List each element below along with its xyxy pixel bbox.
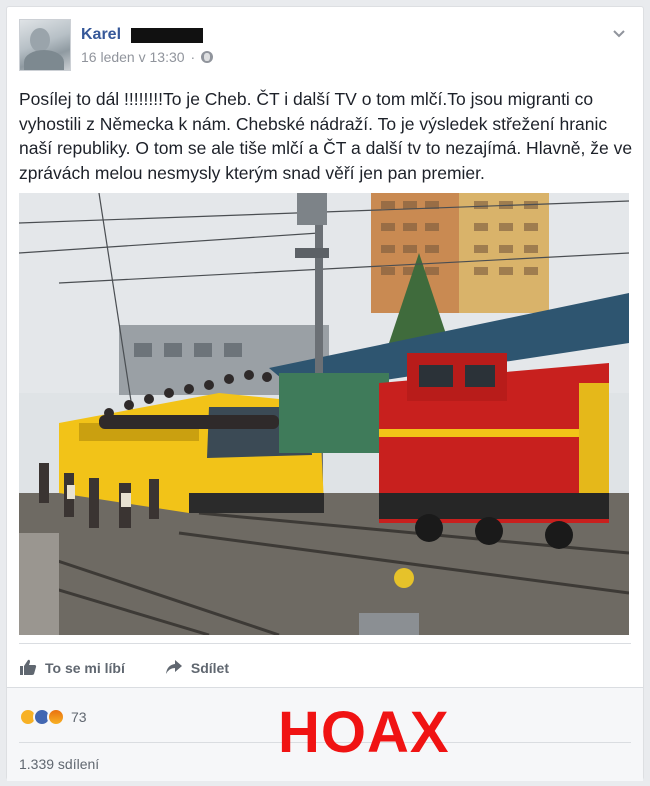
post-header: Karel 16 leden v 13:30 · bbox=[19, 19, 631, 75]
thumbs-up-icon bbox=[19, 658, 45, 679]
post-meta: 16 leden v 13:30 · bbox=[81, 49, 214, 65]
post-card: Karel 16 leden v 13:30 · Posílej to dál … bbox=[6, 6, 644, 781]
share-button[interactable]: Sdílet bbox=[165, 658, 229, 679]
post-actions: To se mi líbí Sdílet bbox=[19, 653, 633, 683]
meta-separator: · bbox=[190, 49, 196, 65]
avatar[interactable] bbox=[19, 19, 71, 71]
author-name[interactable]: Karel bbox=[81, 26, 121, 44]
share-label: Sdílet bbox=[190, 660, 229, 676]
share-arrow-icon bbox=[165, 658, 191, 679]
shares-count[interactable]: 1.339 sdílení bbox=[19, 756, 99, 772]
like-button[interactable]: To se mi líbí bbox=[19, 658, 125, 679]
actions-top-divider bbox=[19, 643, 631, 644]
globe-icon[interactable] bbox=[201, 51, 214, 63]
post-timestamp[interactable]: 16 leden v 13:30 bbox=[81, 49, 185, 65]
post-text: Posílej to dál !!!!!!!!To je Cheb. ČT i … bbox=[19, 89, 633, 183]
like-label: To se mi líbí bbox=[45, 660, 125, 676]
reactions-summary[interactable]: 73 bbox=[19, 708, 87, 726]
angry-icon bbox=[47, 708, 65, 726]
chevron-down-icon[interactable] bbox=[609, 23, 629, 43]
post-photo[interactable] bbox=[19, 193, 629, 635]
author-line: Karel bbox=[81, 25, 204, 45]
reactions-count[interactable]: 73 bbox=[71, 709, 87, 725]
redacted-surname bbox=[131, 27, 204, 43]
hoax-stamp: HOAX bbox=[278, 700, 450, 765]
